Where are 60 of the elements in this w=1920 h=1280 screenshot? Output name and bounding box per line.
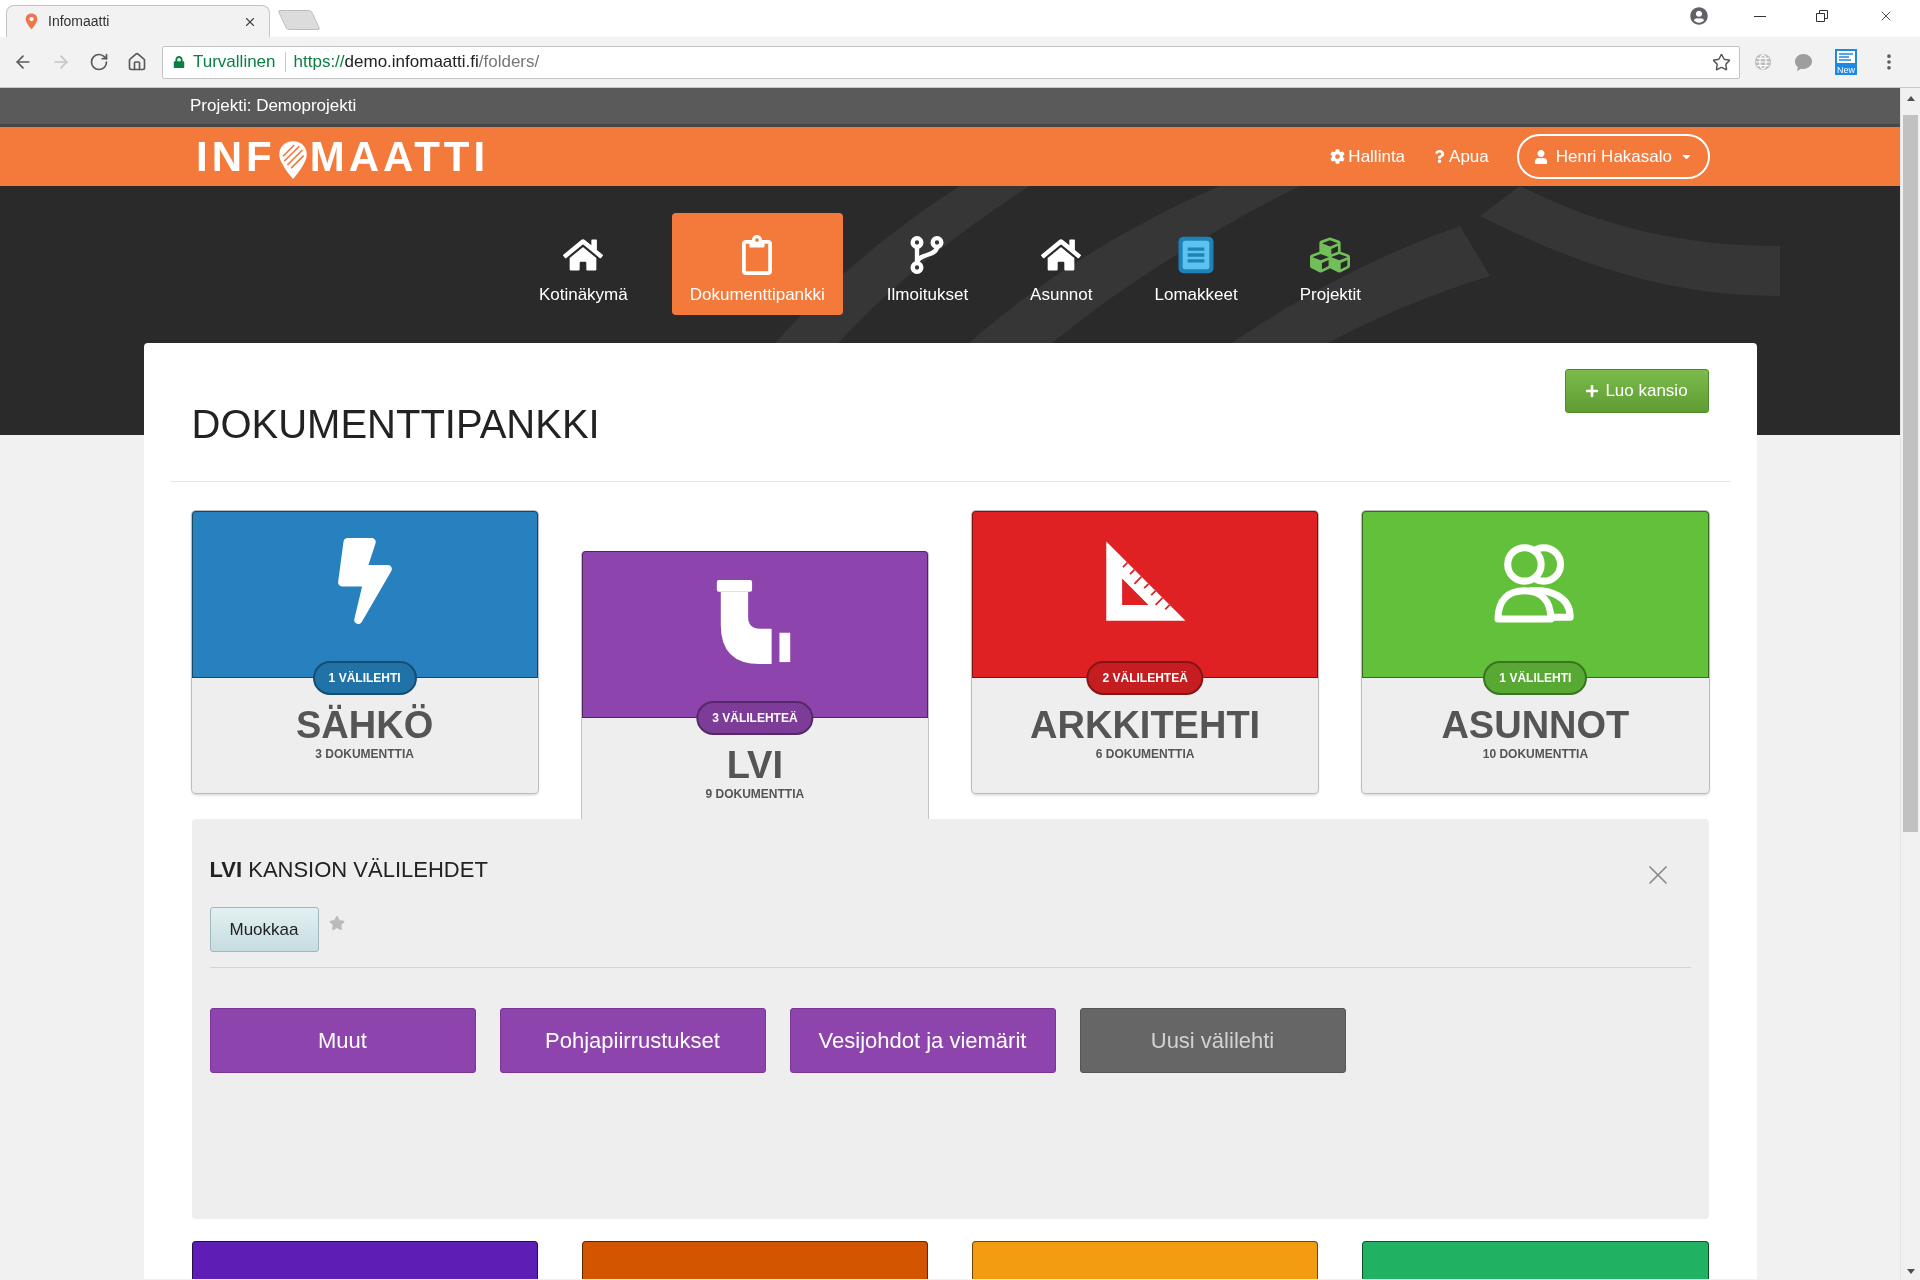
folder-name: ASUNNOT: [1441, 704, 1630, 746]
settings-icon: [1330, 149, 1346, 164]
plus-icon: [1585, 384, 1600, 398]
folder-tab-button[interactable]: Muut: [209, 1008, 476, 1073]
nav-item[interactable]: Kotinäkymä: [520, 213, 646, 315]
list-form-icon: [1176, 235, 1217, 275]
logo-text: INF: [196, 134, 276, 179]
folder-name: SÄHKÖ: [296, 704, 434, 746]
folder-card[interactable]: [581, 1241, 928, 1279]
security-label: Turvallinen: [193, 51, 276, 74]
folder-card[interactable]: 3 VÄLILEHTEÄ LVI 9 DOKUMENTTIA: [581, 551, 928, 819]
folder-card[interactable]: 2 VÄLILEHTEÄ ARKKITEHTI 6 DOKUMENTTIA: [972, 511, 1319, 793]
scroll-up-icon[interactable]: [1906, 96, 1915, 101]
map-pin-icon: [277, 138, 308, 181]
logo-text: MAATTI: [309, 134, 490, 179]
folder-card[interactable]: [972, 1241, 1319, 1279]
restore-icon[interactable]: [1816, 10, 1828, 22]
nav-item[interactable]: Asunnot: [1012, 213, 1111, 315]
document-count: 3 DOKUMENTTIA: [315, 746, 414, 762]
folder-card[interactable]: [1362, 1241, 1709, 1279]
extension-button[interactable]: New: [1835, 49, 1857, 75]
new-badge: New: [1835, 65, 1857, 75]
scrollbar[interactable]: [1900, 88, 1920, 1280]
url-text[interactable]: https://demo.infomaatti.fi/folders/: [293, 49, 540, 75]
tab-count-badge: 1 VÄLILEHTI: [1483, 661, 1588, 695]
nav-item[interactable]: Projektit: [1281, 213, 1380, 315]
browser-tab[interactable]: Infomaatti: [6, 5, 270, 37]
help-icon: [1433, 150, 1447, 163]
tab-count-badge: 2 VÄLILEHTEÄ: [1086, 661, 1204, 695]
tab-count-badge: 1 VÄLILEHTI: [312, 661, 417, 695]
folder-tab-button[interactable]: Pohjapiirrustukset: [499, 1008, 766, 1073]
address-bar[interactable]: Turvallinen https://demo.infomaatti.fi/folders/: [162, 45, 1740, 79]
folder-card[interactable]: 1 VÄLILEHTI ASUNNOT 10 DOKUMENTTIA: [1362, 511, 1709, 793]
edit-button[interactable]: Muokkaa: [209, 907, 319, 952]
folder-card[interactable]: 1 VÄLILEHTI SÄHKÖ 3 DOKUMENTTIA: [191, 511, 538, 793]
bookmark-star-icon[interactable]: [1712, 52, 1731, 72]
new-tab-button[interactable]: Uusi välilehti: [1079, 1008, 1346, 1073]
profile-icon[interactable]: [1690, 7, 1708, 25]
document-count: 9 DOKUMENTTIA: [705, 786, 805, 802]
screen-icon: [1835, 49, 1857, 65]
scrollbar-thumb[interactable]: [1903, 115, 1918, 832]
user-icon: [1533, 149, 1548, 164]
project-label: Projekti: Demoprojekti: [190, 95, 357, 118]
folder-name: ARKKITEHTI: [1030, 704, 1261, 746]
cubes-icon: [1310, 235, 1351, 275]
page-title: DOKUMENTTIPANKKI: [191, 401, 600, 447]
lock-icon: [173, 56, 185, 68]
folder-tab-button[interactable]: Vesijohdot ja viemärit: [789, 1008, 1056, 1073]
document-count: 6 DOKUMENTTIA: [1095, 746, 1195, 762]
map-pin-icon: [25, 13, 38, 30]
folder-name: LVI: [726, 744, 783, 786]
document-count: 10 DOKUMENTTIA: [1482, 746, 1589, 762]
home-icon[interactable]: [127, 52, 147, 72]
nav-item[interactable]: Ilmoitukset: [868, 213, 987, 315]
tab-count-badge: 3 VÄLILEHTEÄ: [696, 701, 814, 735]
reload-icon[interactable]: [89, 52, 109, 72]
nav-item[interactable]: Lomakkeet: [1136, 213, 1256, 315]
star-icon[interactable]: [328, 915, 345, 931]
scroll-down-icon[interactable]: [1906, 1269, 1915, 1274]
panel-title: LVI KANSION VÄLILEHDET: [209, 857, 488, 883]
